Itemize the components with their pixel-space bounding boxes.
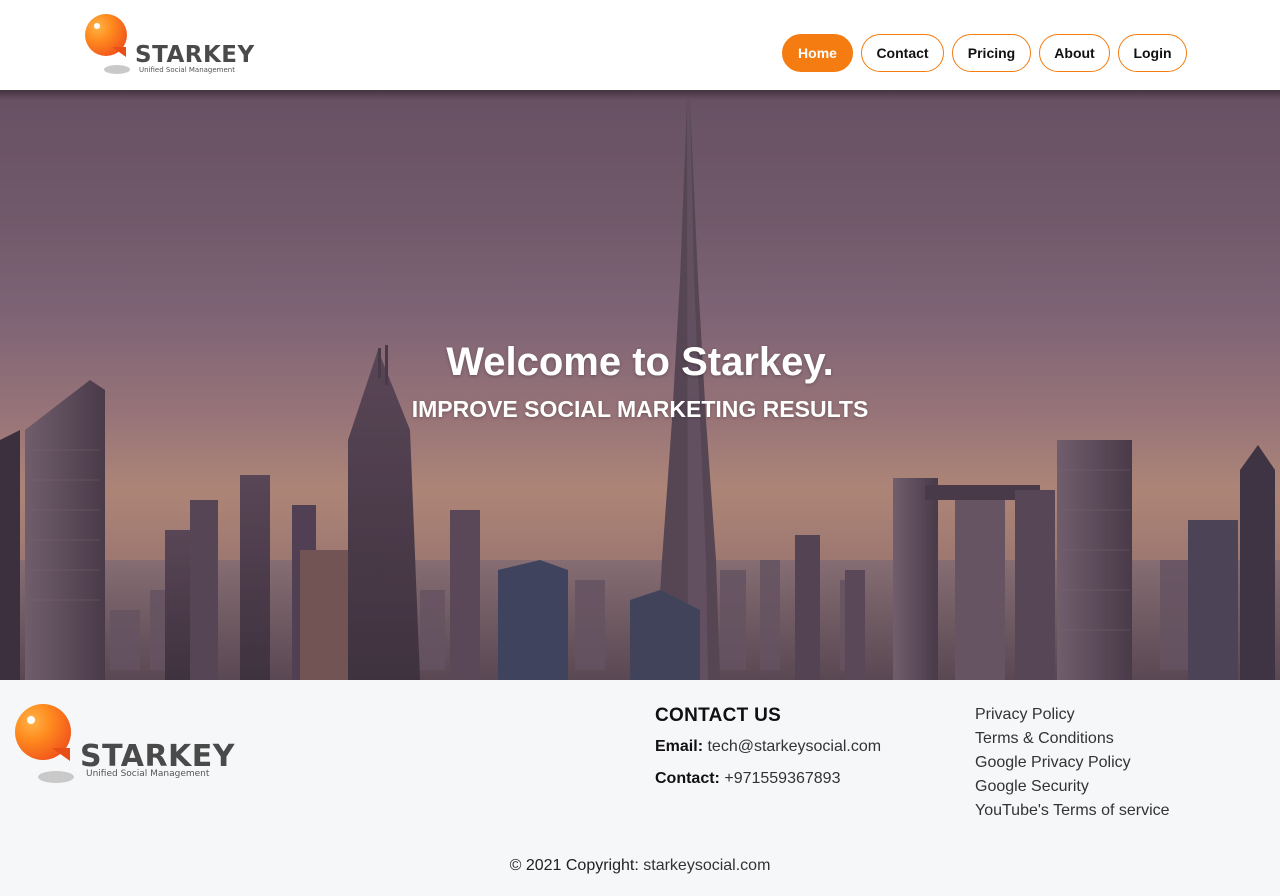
nav-login-button[interactable]: Login [1118, 34, 1187, 72]
terms-conditions-link[interactable]: Terms & Conditions [975, 730, 1114, 748]
nav-contact-button[interactable]: Contact [861, 34, 944, 72]
contact-phone: Contact: +971559367893 [655, 770, 840, 788]
privacy-policy-link[interactable]: Privacy Policy [975, 706, 1075, 724]
youtube-terms-link[interactable]: YouTube's Terms of service [975, 802, 1170, 820]
nav-pricing-button[interactable]: Pricing [952, 34, 1031, 72]
brand-name: STARKEY [135, 42, 255, 68]
footer-brand-logo[interactable]: STARKEY Unified Social Management [14, 703, 235, 785]
copyright-site-link[interactable]: starkeysocial.com [643, 857, 770, 874]
copyright: © 2021 Copyright: starkeysocial.com [0, 857, 1280, 875]
nav-about-button[interactable]: About [1039, 34, 1110, 72]
google-security-link[interactable]: Google Security [975, 778, 1089, 796]
email-value: tech@starkeysocial.com [707, 738, 882, 755]
brand-logo[interactable]: STARKEY Unified Social Management [84, 13, 254, 77]
site-header: STARKEY Unified Social Management Home C… [0, 0, 1280, 90]
contact-email: Email: tech@starkeysocial.com [655, 738, 881, 756]
brand-tagline: Unified Social Management [139, 66, 235, 74]
copyright-text: © 2021 Copyright: [509, 857, 639, 874]
hero-banner: Welcome to Starkey. IMPROVE SOCIAL MARKE… [0, 90, 1280, 680]
google-privacy-policy-link[interactable]: Google Privacy Policy [975, 754, 1131, 772]
hero-title: Welcome to Starkey. [446, 340, 834, 384]
phone-value: +971559367893 [724, 770, 841, 787]
nav-home-button[interactable]: Home [782, 34, 853, 72]
footer-brand-tagline: Unified Social Management [86, 769, 210, 779]
phone-label: Contact: [655, 770, 720, 787]
email-label: Email: [655, 738, 704, 755]
contact-heading: CONTACT US [655, 705, 782, 726]
hero-subtitle: IMPROVE SOCIAL MARKETING RESULTS [411, 396, 869, 422]
